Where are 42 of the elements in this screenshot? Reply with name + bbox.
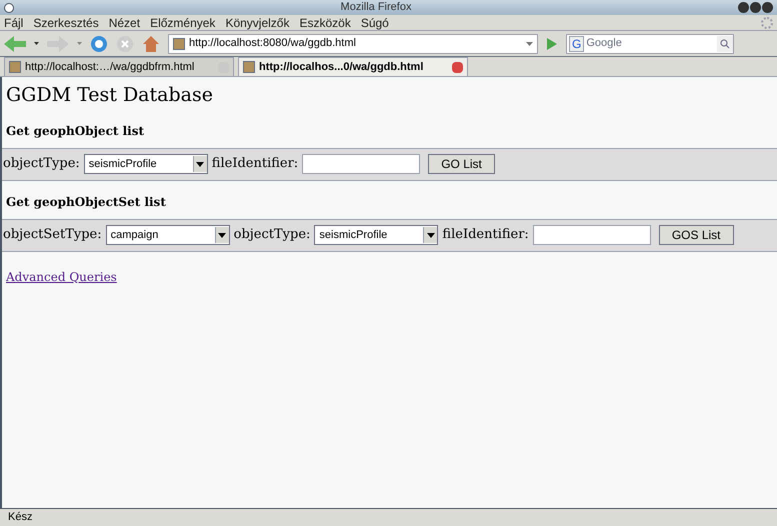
menu-item[interactable]: Előzmények <box>150 14 216 32</box>
field-label: fileIdentifier: <box>442 226 529 244</box>
page-icon <box>243 61 255 73</box>
back-icon[interactable] <box>4 36 26 52</box>
dropdown-icon[interactable] <box>34 42 39 45</box>
browser-tab[interactable]: http://localhos...0/wa/ggdb.html <box>238 57 468 76</box>
menu-item[interactable]: Szerkesztés <box>33 14 99 32</box>
search-icon[interactable] <box>717 36 733 52</box>
search-field[interactable]: G Google <box>566 34 734 54</box>
field-label: objectSetType: <box>3 226 102 244</box>
home-icon[interactable] <box>142 34 160 52</box>
go-icon[interactable] <box>546 36 558 50</box>
menu-item[interactable]: Eszközök <box>299 14 351 32</box>
input-field[interactable] <box>302 154 420 174</box>
dropdown[interactable]: seismicProfile <box>314 225 438 245</box>
field-label: fileIdentifier: <box>212 155 298 174</box>
section-heading: Get geophObjectSet list <box>5 194 167 210</box>
advanced-queries-link[interactable]: Advanced Queries <box>2 270 121 284</box>
menu-item[interactable]: Súgó <box>360 14 389 32</box>
menu-item[interactable]: Könyvjelzők <box>225 14 290 32</box>
status-text: Kész <box>8 510 32 526</box>
field-label: objectType: <box>234 226 310 244</box>
window-title: Mozilla Firefox <box>340 0 412 16</box>
caret-icon <box>423 227 438 243</box>
search-engine-icon[interactable]: G <box>569 36 584 52</box>
window-menu-icon[interactable] <box>4 2 14 12</box>
input-field[interactable] <box>532 225 651 245</box>
page-icon <box>173 38 185 50</box>
page-title: GGDM Test Database <box>5 83 214 108</box>
section-heading: Get geophObject list <box>5 122 146 140</box>
menu-item[interactable]: Fájl <box>4 14 24 32</box>
dropdown[interactable]: seismicProfile <box>84 154 208 174</box>
menu-item[interactable]: Nézet <box>108 14 140 32</box>
caret-icon <box>214 227 229 243</box>
dropdown[interactable]: campaign <box>106 225 230 245</box>
browser-tab[interactable]: http://localhost:…/wa/ggdbfrm.html <box>4 57 234 76</box>
field-label: objectType: <box>3 155 80 174</box>
address-field[interactable]: http://localhost:8080/wa/ggdb.html <box>168 34 538 54</box>
submit-button[interactable]: GO List <box>428 154 495 174</box>
submit-button[interactable]: GOS List <box>658 225 734 245</box>
page-icon <box>9 61 21 73</box>
caret-icon <box>192 156 207 172</box>
